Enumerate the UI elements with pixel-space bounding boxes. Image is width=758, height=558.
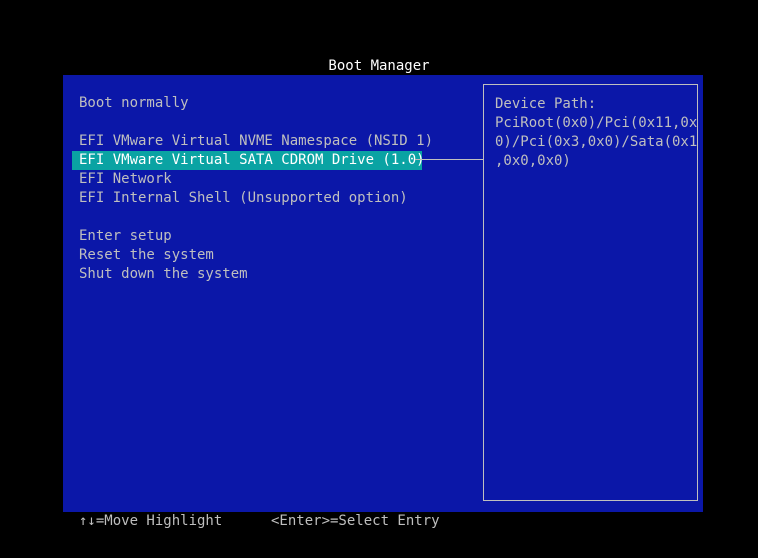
page-title: Boot Manager [328,58,430,74]
menu-item-efi-internal-shell[interactable]: EFI Internal Shell (Unsupported option) [79,189,416,208]
device-path-label: Device Path: [495,96,597,112]
device-path-line: PciRoot(0x0)/Pci(0x11,0x [495,115,698,131]
menu-item-efi-network[interactable]: EFI Network [79,170,180,189]
menu-item-boot-normally[interactable]: Boot normally [79,94,197,113]
device-info-panel: Device Path: PciRoot(0x0)/Pci(0x11,0x 0)… [483,84,698,501]
select-entry-hint: <Enter>=Select Entry [271,513,440,529]
menu-item-efi-nvme[interactable]: EFI VMware Virtual NVME Namespace (NSID … [79,132,441,151]
boot-manager-screen: Boot normally EFI VMware Virtual NVME Na… [63,75,703,512]
device-path-line: ,0x0,0x0) [495,153,571,169]
menu-item-efi-sata-cdrom[interactable]: EFI VMware Virtual SATA CDROM Drive (1.0… [72,151,425,170]
menu-item-enter-setup[interactable]: Enter setup [79,227,180,246]
menu-item-reset-system[interactable]: Reset the system [79,246,222,265]
move-highlight-hint: ↑↓=Move Highlight [79,513,223,529]
device-path-line: 0)/Pci(0x3,0x0)/Sata(0x1 [495,134,698,150]
menu-item-shut-down[interactable]: Shut down the system [79,265,256,284]
highlight-connector-line [415,159,483,160]
